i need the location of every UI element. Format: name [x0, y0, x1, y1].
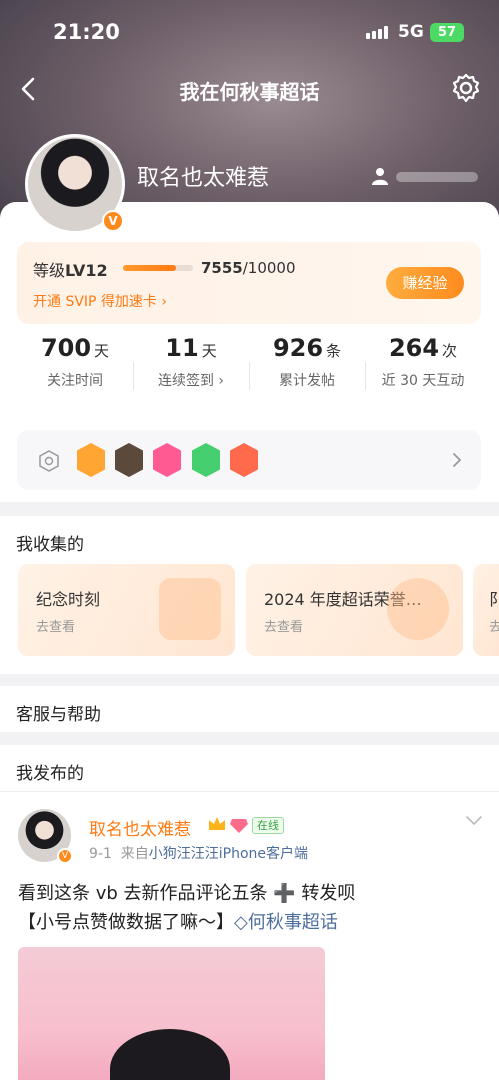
collection-card[interactable]: 阝 去: [473, 564, 499, 656]
status-time: 21:20: [53, 20, 120, 44]
post-author[interactable]: 取名也太难惹: [89, 815, 191, 840]
image-subject: [110, 1029, 230, 1080]
blurred-text: [396, 172, 478, 182]
stat-interactions: 264 次 近 30 天互动: [381, 334, 465, 389]
battery-icon: 57: [430, 23, 464, 42]
post-source[interactable]: 小狗汪汪汪iPhone客户端: [149, 846, 308, 862]
crown-icon: [209, 817, 225, 830]
posts-title: 我发布的: [16, 764, 84, 784]
online-badge: 在线: [252, 817, 284, 834]
earn-exp-button[interactable]: 赚经验: [386, 267, 464, 299]
level-progress-bar: [123, 265, 193, 271]
medal-icon: [39, 450, 59, 472]
chevron-down-icon[interactable]: [465, 815, 483, 827]
signal-icon: [366, 26, 388, 39]
badge-row[interactable]: [17, 430, 481, 490]
post-text: 【小号点赞做数据了嘛～】◇何秋事超话: [18, 912, 338, 933]
post-image[interactable]: [18, 947, 325, 1080]
help-title: 客服与帮助: [16, 705, 101, 725]
badge-icon: [153, 443, 181, 477]
collection-card[interactable]: 纪念时刻 去查看: [18, 564, 235, 656]
level-gem-icon: [230, 819, 248, 833]
status-bar: 21:20 5G 57: [0, 0, 499, 66]
stat-checkin-streak[interactable]: 11 天 连续签到 ›: [133, 334, 249, 390]
chevron-right-icon: [453, 453, 462, 467]
page-title: 我在何秋事超话: [179, 80, 320, 104]
level-progress-fill: [123, 265, 176, 271]
stat-total-posts: 926 条 累计发帖: [272, 334, 342, 389]
collection-section: 我收集的 纪念时刻 去查看 2024 年度超话荣誉… 去查看 阝 去: [0, 516, 499, 674]
medal-illustration: [387, 578, 449, 640]
network-type: 5G: [398, 22, 424, 42]
badge-icon: [192, 443, 220, 477]
verified-badge: V: [57, 848, 73, 864]
post-text: 看到这条 vb 去新作品评论五条 ➕ 转发呗: [18, 883, 356, 904]
svip-link[interactable]: 开通 SVIP 得加速卡 ›: [33, 291, 167, 311]
divider: [0, 791, 499, 792]
gem-illustration: [159, 578, 221, 640]
badge-icon: [230, 443, 258, 477]
badge-icon: [115, 443, 143, 477]
level-label: 等级LV12: [33, 261, 108, 280]
post-meta: 9-1 来自小狗汪汪汪iPhone客户端: [89, 846, 309, 862]
stats-row: 700 天 关注时间 11 天 连续签到 › 926 条 累计发帖 264 次 近 30…: [17, 334, 481, 414]
level-progress-text: 7555/10000: [201, 259, 296, 277]
stat-follow-days: 700 天 关注时间: [40, 334, 110, 389]
collection-card[interactable]: 2024 年度超话荣誉… 去查看: [246, 564, 463, 656]
topic-link[interactable]: ◇何秋事超话: [234, 912, 338, 933]
nav-bar: 我在何秋事超话: [0, 66, 499, 112]
level-panel: 等级LV12 7555/10000 开通 SVIP 得加速卡 › 赚经验: [17, 242, 481, 324]
username: 取名也太难惹: [137, 166, 270, 191]
help-section[interactable]: 客服与帮助: [0, 686, 499, 732]
profile-card: 等级LV12 7555/10000 开通 SVIP 得加速卡 › 赚经验 700…: [0, 202, 499, 502]
user-icon: [372, 168, 388, 185]
badge-icon: [77, 443, 105, 477]
collection-title: 我收集的: [16, 535, 84, 555]
gear-icon[interactable]: [450, 72, 482, 104]
verified-badge: V: [102, 210, 124, 232]
